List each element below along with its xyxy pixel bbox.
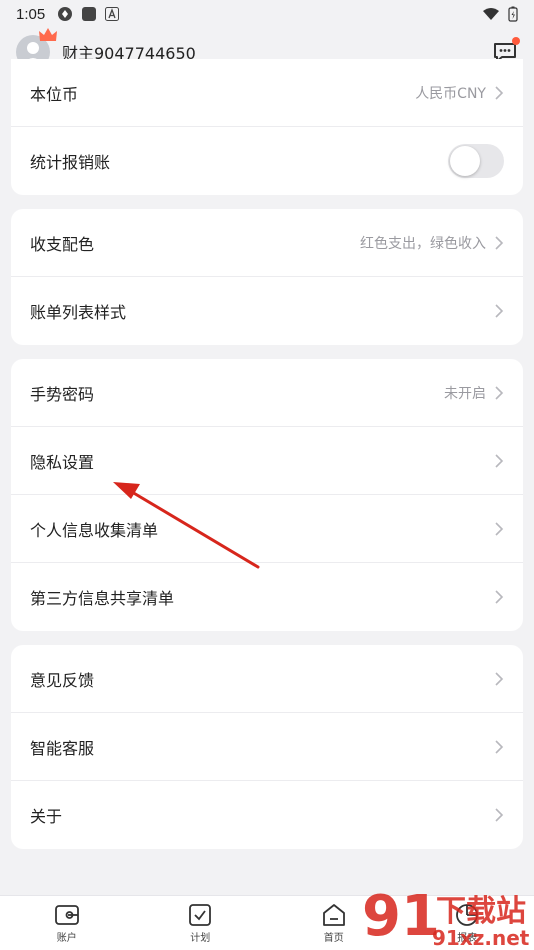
card-currency: 本位币 人民币CNY 统计报销账 — [11, 59, 523, 195]
chevron-right-icon — [495, 235, 504, 250]
chevron-right-icon — [495, 385, 504, 400]
row-label: 关于 — [30, 807, 63, 826]
row-third-party-sharing[interactable]: 第三方信息共享清单 — [11, 563, 523, 631]
row-personal-info-list[interactable]: 个人信息收集清单 — [11, 495, 523, 563]
sync-icon — [58, 7, 73, 21]
watermark-logo: 91 下载站 91xz.net — [362, 885, 530, 950]
row-label: 本位币 — [30, 84, 79, 104]
battery-icon — [508, 6, 518, 22]
card-support: 意见反馈 智能客服 关于 — [11, 645, 523, 849]
row-label: 智能客服 — [30, 738, 95, 758]
card-privacy: 手势密码 未开启 隐私设置 个人信息收集清单 第三方信息共享清单 — [11, 359, 523, 631]
row-value: 人民币CNY — [415, 85, 486, 102]
row-label: 统计报销账 — [30, 153, 111, 172]
row-feedback[interactable]: 意见反馈 — [11, 645, 523, 713]
row-label: 隐私设置 — [30, 452, 95, 472]
status-icons — [57, 6, 120, 22]
chevron-right-icon — [495, 590, 504, 604]
toggle-knob — [450, 146, 480, 176]
expense-stats-toggle[interactable] — [448, 144, 504, 178]
chevron-right-icon — [495, 671, 504, 686]
home-icon — [322, 903, 345, 926]
nav-label: 账户 — [56, 932, 77, 944]
nav-label: 首页 — [323, 932, 344, 944]
watermark-main-text: 下载站 — [436, 894, 526, 929]
row-base-currency[interactable]: 本位币 人民币CNY — [11, 59, 523, 127]
row-expense-stats: 统计报销账 — [11, 127, 523, 195]
nav-item-account[interactable]: 账户 — [0, 896, 134, 950]
row-bill-list-style[interactable]: 账单列表样式 — [11, 277, 523, 345]
row-value: 红色支出，绿色收入 — [360, 235, 486, 252]
watermark-url-text: 91xz.net — [432, 926, 530, 950]
wifi-icon — [483, 8, 499, 20]
status-bar: 1:05 — [0, 0, 534, 28]
chevron-right-icon — [495, 521, 504, 536]
row-label: 手势密码 — [30, 384, 95, 404]
chevron-right-icon — [495, 808, 504, 822]
wallet-icon — [54, 904, 79, 925]
row-label: 第三方信息共享清单 — [30, 589, 175, 608]
status-right — [482, 6, 518, 22]
row-label: 意见反馈 — [30, 670, 95, 690]
nav-item-plan[interactable]: 计划 — [134, 896, 268, 950]
row-label: 个人信息收集清单 — [30, 520, 159, 540]
row-color-scheme[interactable]: 收支配色 红色支出，绿色收入 — [11, 209, 523, 277]
notification-dot — [512, 37, 520, 45]
chevron-right-icon — [495, 85, 504, 100]
row-about[interactable]: 关于 — [11, 781, 523, 849]
row-gesture-password[interactable]: 手势密码 未开启 — [11, 359, 523, 427]
chevron-right-icon — [495, 739, 504, 754]
row-label: 账单列表样式 — [30, 303, 127, 322]
nav-label: 计划 — [190, 932, 211, 944]
svg-text:91: 91 — [362, 885, 440, 949]
row-label: 收支配色 — [30, 234, 95, 254]
chevron-right-icon — [495, 304, 504, 318]
row-smart-service[interactable]: 智能客服 — [11, 713, 523, 781]
chevron-right-icon — [495, 453, 504, 468]
crown-icon — [39, 28, 57, 41]
a-icon — [105, 7, 120, 21]
row-privacy-settings[interactable]: 隐私设置 — [11, 427, 523, 495]
row-value: 未开启 — [444, 385, 486, 402]
card-display: 收支配色 红色支出，绿色收入 账单列表样式 — [11, 209, 523, 345]
checkbox-icon — [189, 903, 212, 926]
square-icon — [82, 7, 97, 21]
status-time: 1:05 — [16, 5, 46, 23]
